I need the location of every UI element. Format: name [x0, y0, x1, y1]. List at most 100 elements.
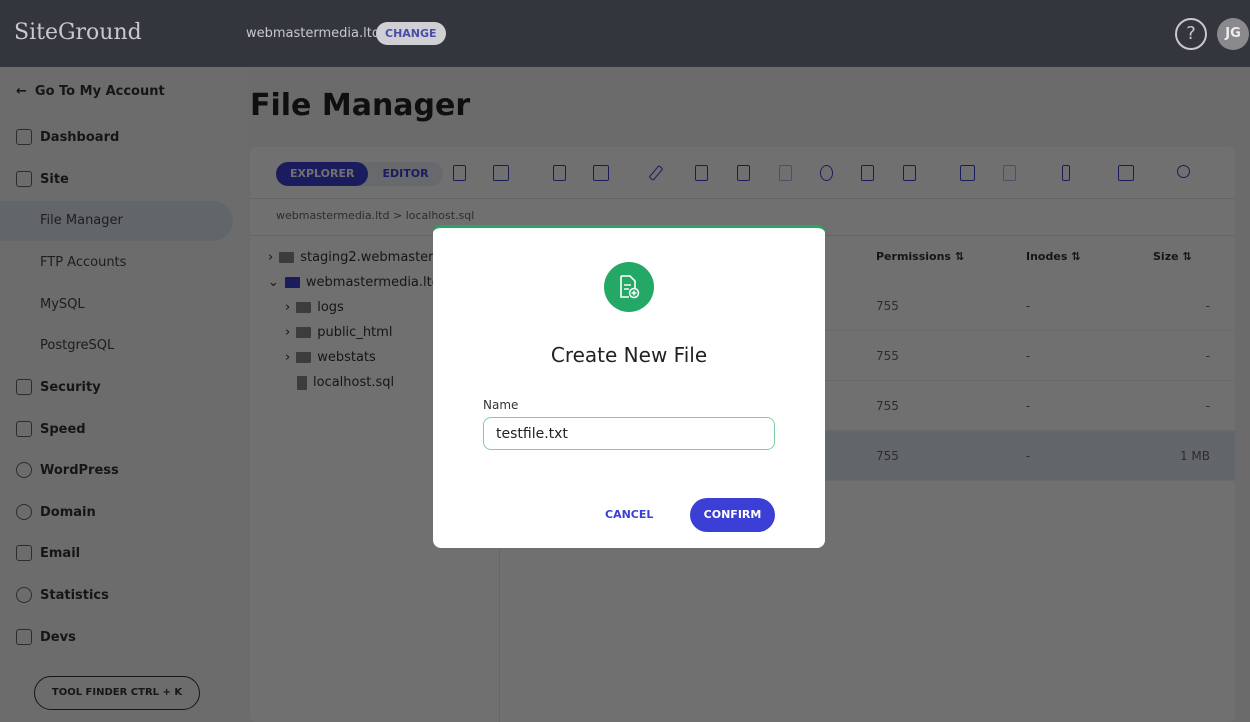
cell: -	[1026, 399, 1031, 413]
search-icon[interactable]	[1177, 165, 1190, 178]
folder-icon	[296, 352, 312, 363]
help-icon[interactable]: ?	[1175, 18, 1207, 50]
label: public_html	[317, 325, 393, 340]
label: Dashboard	[40, 129, 120, 145]
label: Security	[40, 379, 101, 395]
upload-file-icon[interactable]	[553, 165, 566, 181]
sidebar-item-security[interactable]: Security	[16, 379, 101, 395]
download-icon[interactable]	[861, 165, 874, 181]
sidebar-item-ftp[interactable]: FTP Accounts	[40, 255, 126, 270]
permissions-icon[interactable]	[1062, 165, 1070, 181]
label: localhost.sql	[313, 375, 395, 390]
cell: -	[1205, 399, 1210, 413]
sidebar-item-postgresql[interactable]: PostgreSQL	[40, 338, 114, 353]
tree-item[interactable]: › webstats	[285, 350, 376, 365]
create-file-dialog: Create New File Name CANCEL CONFIRM	[433, 225, 825, 548]
cell: 755	[876, 449, 899, 463]
label: Speed	[40, 421, 86, 437]
cell: -	[1026, 299, 1031, 313]
column-size[interactable]: Size ⇅	[1153, 250, 1192, 263]
edit-icon[interactable]	[648, 164, 664, 182]
sidebar-item-file-manager[interactable]: File Manager	[40, 213, 123, 228]
sidebar: ← Go To My Account Dashboard Site File Ma…	[0, 67, 248, 722]
paste-icon[interactable]	[779, 165, 792, 181]
move-icon[interactable]	[820, 165, 833, 181]
tree-item[interactable]: localhost.sql	[297, 375, 394, 390]
toolbar: EXPLORER EDITOR	[250, 147, 1235, 199]
pie-icon	[16, 587, 32, 603]
cell: 755	[876, 299, 899, 313]
file-icon	[297, 375, 307, 390]
column-inodes[interactable]: Inodes ⇅	[1026, 250, 1080, 263]
change-site-button[interactable]: CHANGE	[376, 22, 446, 45]
label: Email	[40, 545, 81, 561]
rocket-icon	[16, 421, 32, 437]
globe-icon	[16, 504, 32, 520]
sidebar-item-mysql[interactable]: MySQL	[40, 297, 85, 312]
column-permissions[interactable]: Permissions ⇅	[876, 250, 964, 263]
sidebar-item-dashboard[interactable]: Dashboard	[16, 129, 119, 145]
label: webstats	[317, 350, 376, 365]
new-file-icon[interactable]	[453, 165, 466, 181]
folder-icon	[296, 327, 312, 338]
tree-item[interactable]: ⌄ webmastermedia.ltd	[268, 275, 440, 290]
folder-icon	[296, 302, 312, 313]
back-label: Go To My Account	[34, 84, 165, 99]
folder-icon	[279, 252, 295, 263]
avatar[interactable]: JG	[1217, 18, 1249, 50]
rename-icon[interactable]	[695, 165, 708, 181]
delete-icon[interactable]	[903, 165, 916, 181]
folder-icon	[284, 277, 300, 288]
sidebar-item-statistics[interactable]: Statistics	[16, 587, 109, 603]
cell: 755	[876, 399, 899, 413]
siteground-logo[interactable]: SiteGround	[14, 20, 142, 45]
name-label: Name	[483, 398, 519, 412]
lock-icon	[16, 379, 32, 395]
cancel-button[interactable]: CANCEL	[605, 508, 653, 521]
cell: 1 MB	[1179, 449, 1210, 463]
sidebar-item-speed[interactable]: Speed	[16, 421, 86, 437]
label: Size	[1153, 250, 1179, 263]
confirm-button[interactable]: CONFIRM	[690, 498, 775, 532]
tab-editor[interactable]: EDITOR	[368, 162, 442, 186]
upload-folder-icon[interactable]	[593, 165, 609, 181]
sidebar-item-domain[interactable]: Domain	[16, 504, 96, 520]
breadcrumb-item[interactable]: localhost.sql	[406, 209, 475, 222]
new-file-icon	[604, 262, 654, 312]
label: webmastermedia.ltd	[305, 275, 440, 290]
tool-finder-button[interactable]: TOOL FINDER CTRL + K	[34, 676, 200, 710]
archive-icon[interactable]	[960, 165, 975, 181]
wordpress-icon	[16, 462, 32, 478]
sidebar-item-site[interactable]: Site	[16, 171, 69, 187]
view-tabs: EXPLORER EDITOR	[276, 162, 443, 186]
label: logs	[317, 300, 344, 315]
new-folder-icon[interactable]	[493, 165, 509, 181]
cell: -	[1205, 299, 1210, 313]
copy-icon[interactable]	[737, 165, 750, 181]
sidebar-item-email[interactable]: Email	[16, 545, 80, 561]
grid-icon	[16, 129, 32, 145]
sidebar-item-wordpress[interactable]: WordPress	[16, 462, 119, 478]
label: Devs	[40, 629, 76, 645]
sidebar-item-devs[interactable]: Devs	[16, 629, 76, 645]
file-name-input[interactable]	[483, 417, 775, 450]
tree-item[interactable]: › public_html	[285, 325, 392, 340]
cell: -	[1026, 349, 1031, 363]
tab-explorer[interactable]: EXPLORER	[276, 162, 369, 186]
go-to-account-link[interactable]: ← Go To My Account	[16, 84, 165, 99]
label: Permissions	[876, 250, 951, 263]
tree-item[interactable]: › logs	[285, 300, 344, 315]
page-title: File Manager	[250, 88, 471, 123]
cell: -	[1026, 449, 1031, 463]
breadcrumb: webmastermedia.ltd > localhost.sql	[276, 209, 475, 222]
extract-icon[interactable]	[1003, 165, 1016, 181]
label: Site	[40, 171, 69, 187]
folder-info-icon[interactable]	[1118, 165, 1134, 181]
label: Domain	[40, 504, 96, 520]
site-icon	[16, 171, 32, 187]
cell: 755	[876, 349, 899, 363]
breadcrumb-item[interactable]: webmastermedia.ltd	[276, 209, 389, 222]
cell: -	[1205, 349, 1210, 363]
mail-icon	[16, 545, 32, 561]
site-name: webmastermedia.ltd	[246, 26, 381, 41]
